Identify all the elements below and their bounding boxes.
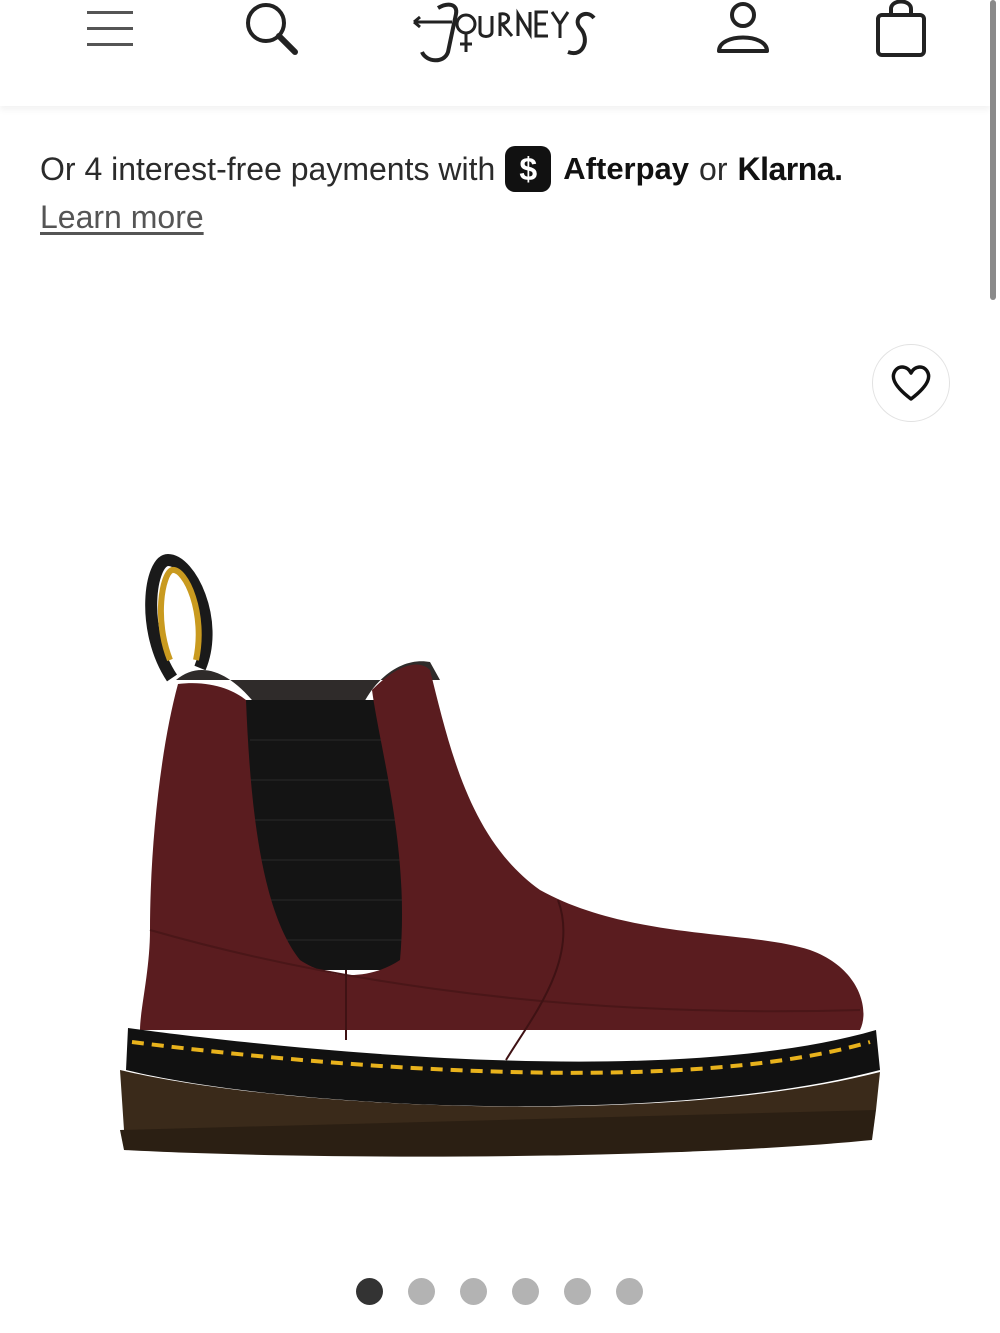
carousel-dot-5[interactable] — [564, 1278, 591, 1305]
menu-button[interactable] — [82, 0, 138, 58]
top-header — [0, 0, 990, 106]
carousel-dot-1[interactable] — [356, 1278, 383, 1305]
account-icon — [717, 2, 769, 53]
add-to-wishlist-button[interactable] — [872, 344, 950, 422]
shopping-bag-icon — [876, 0, 926, 57]
learn-more-link[interactable]: Learn more — [40, 199, 204, 236]
account-button[interactable] — [712, 0, 774, 58]
image-carousel-indicator — [356, 1278, 643, 1305]
journeys-logo[interactable] — [408, 0, 598, 70]
klarna-logo: Klarna. — [737, 150, 843, 187]
search-button[interactable] — [238, 0, 302, 58]
chelsea-boot-illustration — [120, 553, 880, 1157]
logo-image — [413, 2, 596, 63]
carousel-dot-2[interactable] — [408, 1278, 435, 1305]
carousel-dot-6[interactable] — [616, 1278, 643, 1305]
page-scrollbar[interactable] — [990, 0, 996, 300]
payments-prefix-text: Or 4 interest-free payments with — [40, 150, 496, 187]
hamburger-menu-icon — [87, 11, 133, 46]
cash-app-icon: $ — [505, 146, 552, 192]
payments-or-text: or — [699, 150, 728, 187]
search-icon — [246, 3, 298, 55]
product-image[interactable] — [110, 550, 890, 1170]
carousel-dot-3[interactable] — [460, 1278, 487, 1305]
carousel-dot-4[interactable] — [512, 1278, 539, 1305]
afterpay-logo: Afterpay — [563, 151, 690, 186]
heart-icon — [891, 365, 931, 401]
cart-button[interactable] — [870, 0, 932, 58]
installment-payments-banner: Or 4 interest-free payments with $ After… — [40, 146, 940, 192]
